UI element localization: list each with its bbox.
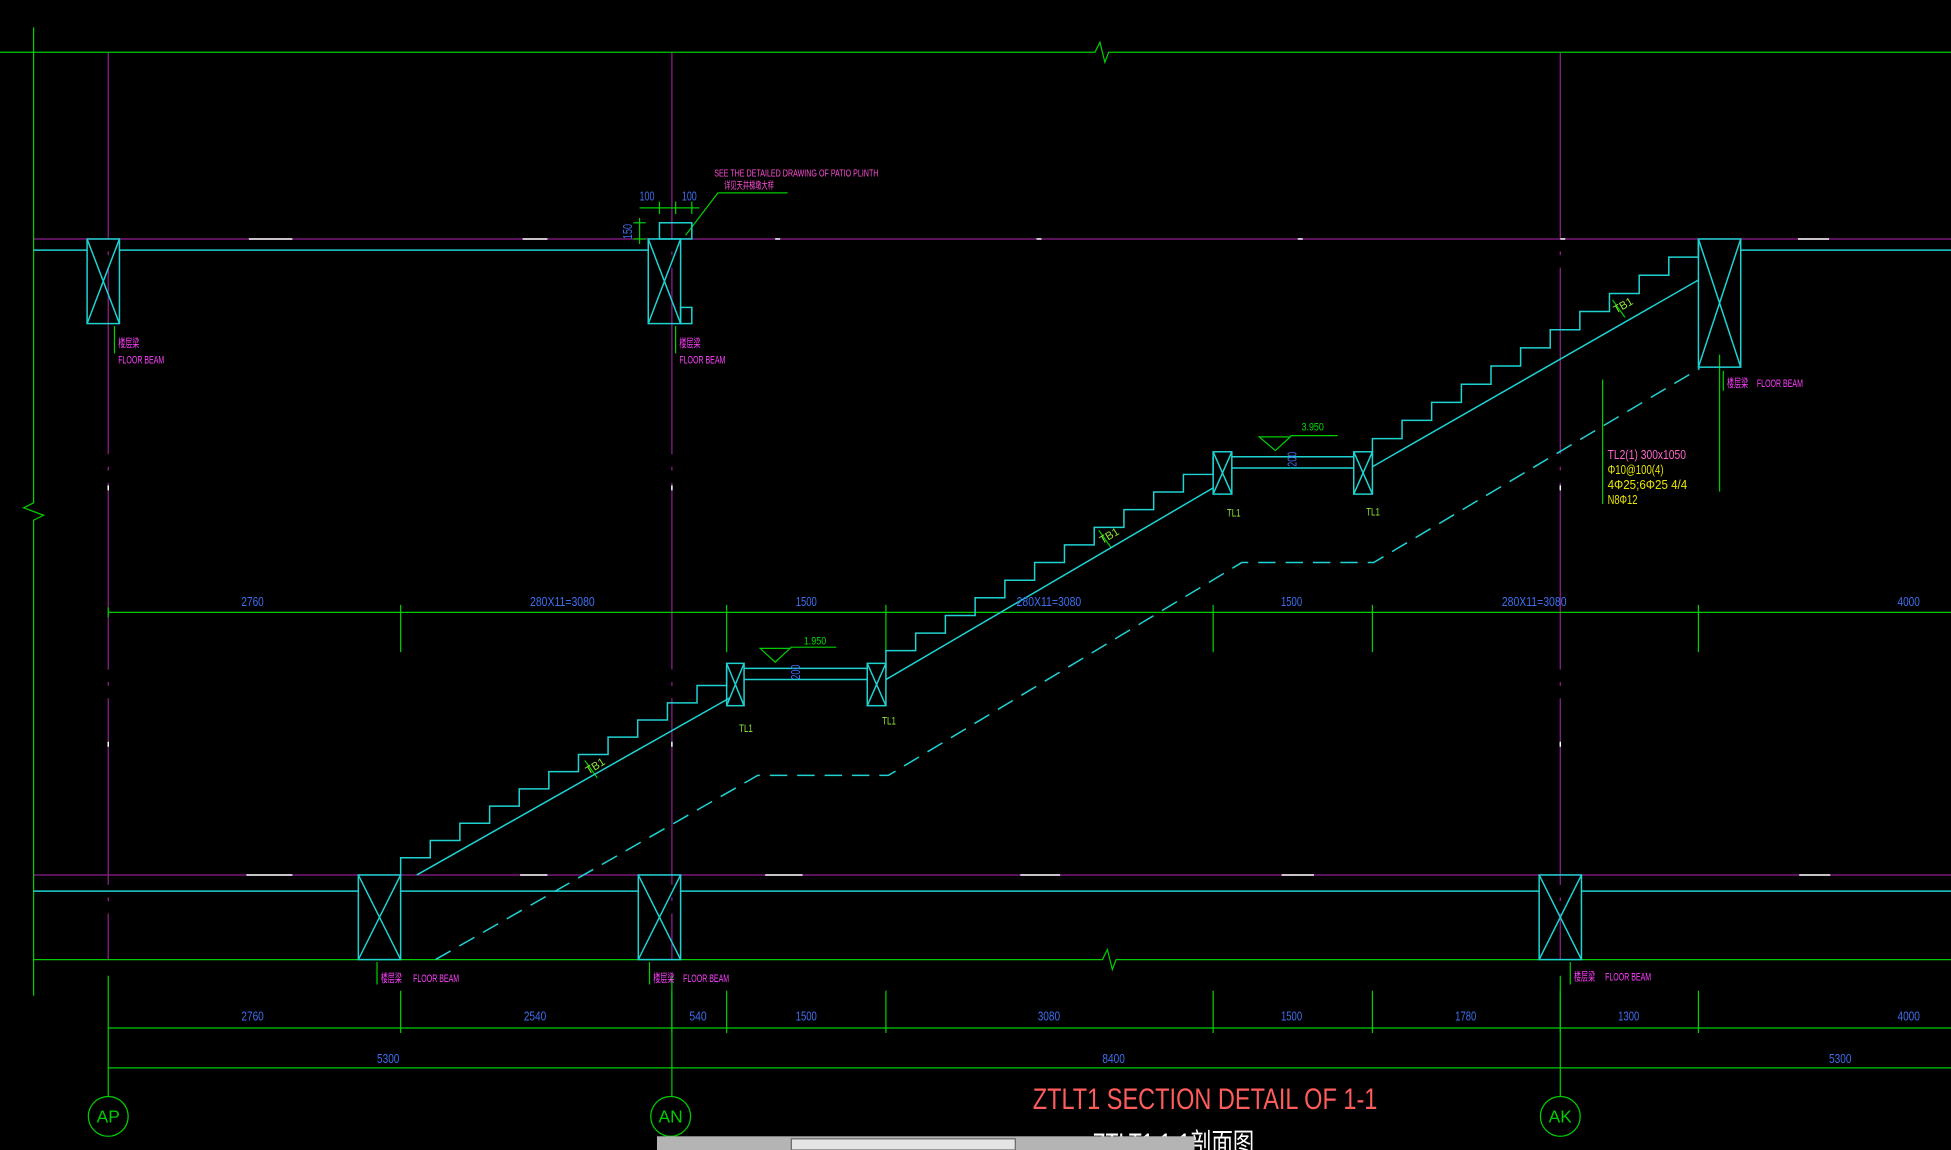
floor-beam-label-cn: 楼层梁 [679,336,700,350]
landing-thickness: 200 [1286,452,1300,467]
dimension-text: 1780 [1455,1010,1476,1024]
floor-beam-label-en: FLOOR BEAM [683,973,729,985]
scrollbar-thumb[interactable] [790,1138,1016,1150]
grid-axis-label-an: AN [659,1107,683,1127]
dimension-text: 5300 [377,1052,399,1066]
beam-tl2-stirrups: Φ10@100(4) [1608,463,1664,477]
dimension-text: 4000 [1897,595,1919,609]
dimension-text: 280X11=3080 [530,595,595,609]
level-upper-landing: 3.950 [1301,422,1323,434]
floor-beam-label-en: FLOOR BEAM [413,973,459,985]
landing-beam-tag: TL1 [1227,508,1241,520]
landing-beam-tag: TL1 [739,723,753,735]
drawing-title: ZTLT1 SECTION DETAIL OF 1-1 [1033,1083,1378,1116]
horizontal-scrollbar[interactable] [656,1136,1195,1150]
floor-beam-label-cn: 楼层梁 [1727,376,1748,390]
dimension-text: 1300 [1618,1010,1639,1024]
beam-tl2-longitudinal-bars: 4Φ25;6Φ25 4/4 [1608,478,1688,492]
plinth-width-right: 100 [682,189,697,203]
dimension-text: 2760 [241,1010,263,1024]
floor-beam-label-cn: 楼层梁 [118,336,139,350]
plinth-note-en: SEE THE DETAILED DRAWING OF PATIO PLINTH [714,169,878,180]
floor-beam-label-en: FLOOR BEAM [1757,378,1803,390]
dimension-text: 4000 [1897,1010,1919,1024]
beam-tl2-designation: TL2(1) 300x1050 [1608,448,1686,462]
dimension-text: 1500 [796,1010,817,1024]
floor-beam-label-cn: 楼层梁 [381,971,402,985]
level-lower-landing: 1.950 [804,636,826,648]
landing-beam-tag: TL1 [882,715,896,727]
dimension-text: 280X11=3080 [1017,595,1082,609]
model-space-background [0,0,1951,1150]
dimension-text: 2540 [524,1010,546,1024]
dimension-text: 2760 [241,595,263,609]
dimension-text: 5300 [1829,1052,1851,1066]
plinth-note-cn: 详见天井梯墩大样 [724,179,774,192]
dimension-text: 3080 [1038,1010,1060,1024]
cad-viewport[interactable]: SEE THE DETAILED DRAWING OF PATIO PLINTH… [0,0,1951,1150]
dimension-text: 1500 [1281,595,1302,609]
floor-beam-label-en: FLOOR BEAM [679,354,725,366]
dimension-text: 1500 [1281,1010,1302,1024]
floor-beam-label-cn: 楼层梁 [1574,970,1595,984]
floor-beam-label-en: FLOOR BEAM [1605,972,1651,984]
grid-axis-label-ak: AK [1549,1107,1573,1127]
dimension-text: 1500 [796,595,817,609]
plinth-height: 150 [621,224,635,239]
dimension-text: 540 [689,1010,706,1024]
floor-beam-label-en: FLOOR BEAM [118,354,164,366]
landing-thickness: 200 [789,665,803,680]
dimension-text: 8400 [1102,1052,1124,1066]
dimension-text: 280X11=3080 [1502,595,1567,609]
floor-beam-label-cn: 楼层梁 [653,971,674,985]
grid-axis-label-ap: AP [97,1107,120,1127]
landing-beam-tag: TL1 [1366,506,1380,518]
plinth-width-left: 100 [640,189,655,203]
beam-tl2-side-bars: N8Φ12 [1608,493,1638,507]
